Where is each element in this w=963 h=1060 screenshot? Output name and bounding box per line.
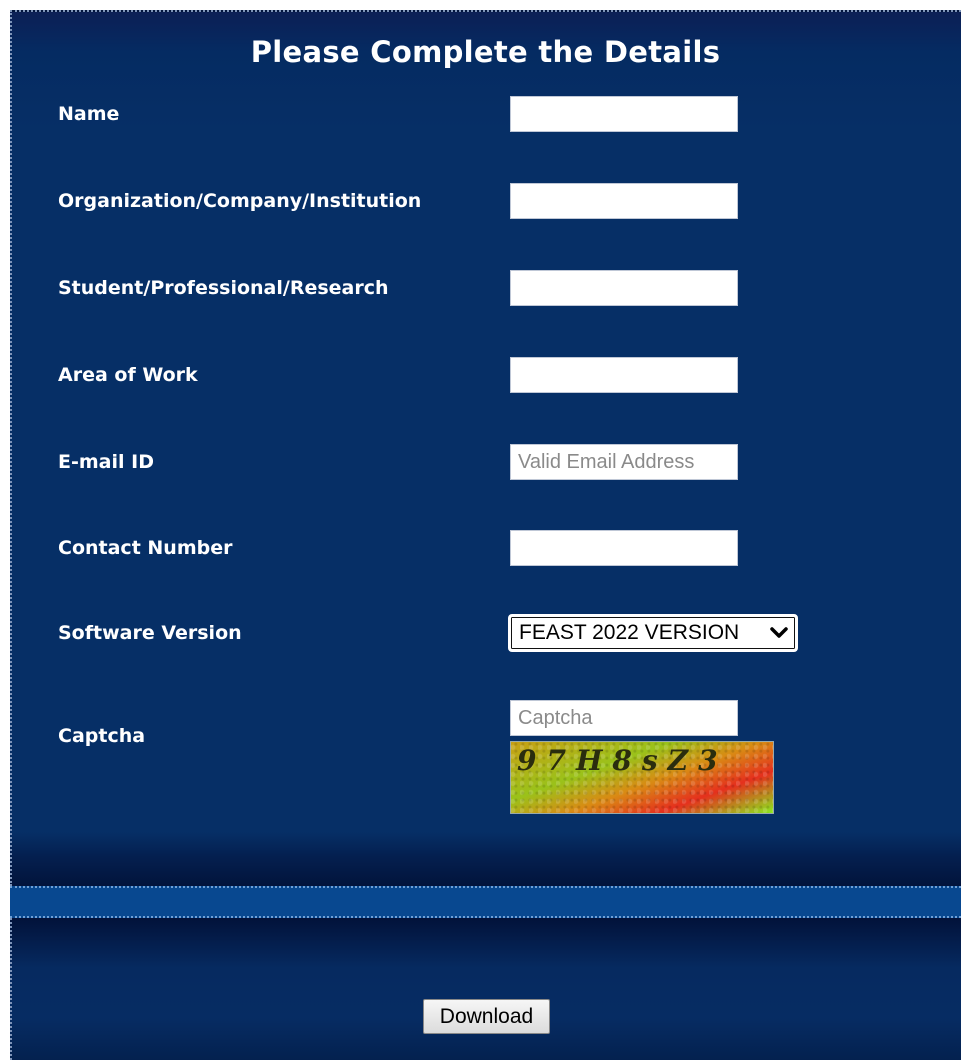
occupation-label: Student/Professional/Research xyxy=(58,277,389,299)
form-panel xyxy=(10,10,961,886)
contact-number-input[interactable] xyxy=(510,530,738,566)
area-of-work-label: Area of Work xyxy=(58,364,198,386)
captcha-input[interactable] xyxy=(510,700,738,736)
software-version-value: FEAST 2022 VERSION xyxy=(519,621,740,644)
captcha-label: Captcha xyxy=(58,725,146,747)
contact-number-label: Contact Number xyxy=(58,537,233,559)
captcha-image-text: 97H8sZ3 xyxy=(517,744,728,777)
captcha-image: 97H8sZ3 xyxy=(510,741,774,814)
software-version-select[interactable]: FEAST 2022 VERSION xyxy=(508,614,798,652)
area-of-work-input[interactable] xyxy=(510,357,738,393)
organization-input[interactable] xyxy=(510,183,738,219)
divider-band xyxy=(10,886,961,918)
occupation-input[interactable] xyxy=(510,270,738,306)
email-label: E-mail ID xyxy=(58,451,154,473)
chevron-down-icon xyxy=(767,622,791,644)
download-button[interactable]: Download xyxy=(423,999,550,1034)
software-version-label: Software Version xyxy=(58,622,242,644)
name-label: Name xyxy=(58,103,120,125)
form-title: Please Complete the Details xyxy=(250,35,721,69)
email-input[interactable] xyxy=(510,444,738,480)
organization-label: Organization/Company/Institution xyxy=(58,190,422,212)
name-input[interactable] xyxy=(510,96,738,132)
footer-panel xyxy=(10,918,961,1060)
